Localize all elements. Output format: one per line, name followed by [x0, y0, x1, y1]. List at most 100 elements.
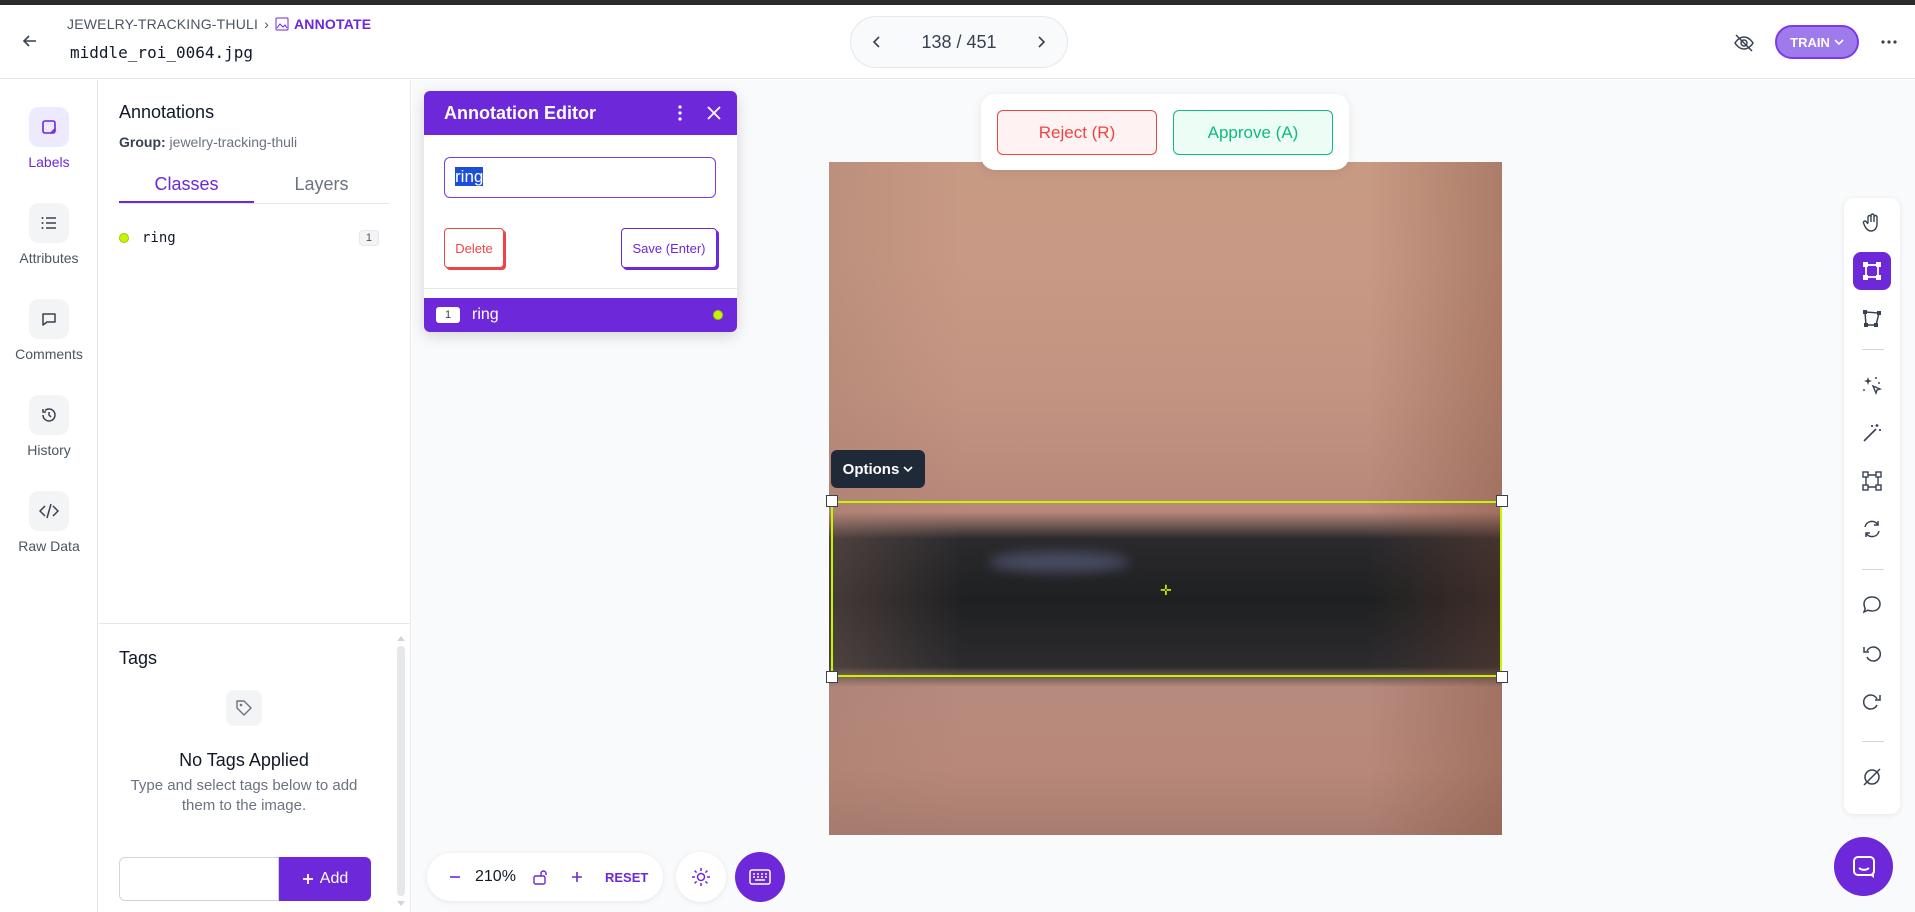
- image-icon: [275, 17, 289, 31]
- group-info: Group: jewelry-tracking-thuli: [119, 134, 298, 150]
- plus-icon: [302, 874, 313, 884]
- comment-icon: [42, 313, 56, 326]
- history-icon: [42, 408, 56, 422]
- save-button[interactable]: Save (Enter): [621, 228, 717, 268]
- no-tags-title: No Tags Applied: [179, 750, 309, 770]
- divider: [424, 288, 737, 289]
- panel-tabs: Classes Layers: [119, 168, 389, 204]
- magic-wand-icon: [1863, 424, 1881, 442]
- comment-tool[interactable]: [1853, 586, 1891, 624]
- editor-title: Annotation Editor: [444, 102, 596, 123]
- bbox-handle-bottom-left[interactable]: [826, 671, 838, 683]
- keypoint-tool[interactable]: [1853, 462, 1891, 500]
- image-pager: 138 / 451: [850, 16, 1068, 68]
- polygon-tool[interactable]: [1853, 300, 1891, 338]
- chevron-left-icon: [872, 36, 880, 48]
- tag-icon: [226, 690, 262, 726]
- zoom-level: 210%: [475, 868, 516, 885]
- undo-button[interactable]: [1853, 634, 1891, 672]
- chat-icon: [1852, 855, 1875, 878]
- comment-icon: [1862, 596, 1881, 614]
- zoom-lock-button[interactable]: [531, 867, 549, 887]
- tag-input[interactable]: [119, 857, 279, 901]
- pan-tool[interactable]: [1853, 204, 1891, 242]
- header: JEWELRY-TRACKING-THULI › ANNOTATE middle…: [0, 5, 1915, 79]
- train-button[interactable]: TRAIN: [1775, 25, 1859, 59]
- rail-item-label: History: [27, 442, 71, 458]
- breadcrumb-project[interactable]: JEWELRY-TRACKING-THULI: [67, 16, 258, 32]
- zoom-in-button[interactable]: [569, 867, 585, 887]
- labels-icon: [42, 120, 56, 134]
- scroll-down-icon: [397, 901, 405, 906]
- redo-icon: [1862, 694, 1881, 710]
- add-tag-button[interactable]: Add: [279, 857, 371, 901]
- bbox-handle-top-left[interactable]: [826, 495, 838, 507]
- bounding-box-tool[interactable]: [1853, 252, 1891, 290]
- rail-item-history[interactable]: History: [0, 395, 98, 458]
- empty-set-icon: [1863, 768, 1881, 786]
- next-image-button[interactable]: [1029, 30, 1053, 54]
- rail-item-labels[interactable]: Labels: [0, 107, 98, 170]
- eye-off-icon: [1734, 34, 1754, 52]
- options-button[interactable]: Options: [831, 450, 925, 488]
- keyboard-shortcuts-button[interactable]: [735, 852, 785, 902]
- back-button[interactable]: [16, 27, 44, 55]
- magic-wand-tool[interactable]: [1853, 414, 1891, 452]
- class-name-input[interactable]: ring: [444, 157, 716, 198]
- class-item-ring[interactable]: ring 1: [119, 226, 389, 250]
- chevron-right-icon: [1038, 36, 1046, 48]
- refresh-icon: [1864, 520, 1880, 538]
- bbox-handle-top-right[interactable]: [1496, 495, 1508, 507]
- delete-button[interactable]: Delete: [444, 228, 504, 268]
- sun-icon: [692, 868, 710, 886]
- rail-item-raw-data[interactable]: Raw Data: [0, 491, 98, 554]
- hand-icon: [1862, 213, 1878, 232]
- unlock-icon: [533, 870, 547, 885]
- more-options-button[interactable]: [1880, 33, 1900, 53]
- zoom-out-button[interactable]: [447, 867, 463, 887]
- null-tool[interactable]: [1853, 758, 1891, 796]
- reset-zoom-button[interactable]: RESET: [605, 867, 648, 887]
- rail-item-comments[interactable]: Comments: [0, 299, 98, 362]
- selected-text: ring: [455, 167, 484, 186]
- move-crosshair-icon[interactable]: ✛: [1160, 582, 1172, 599]
- tab-classes[interactable]: Classes: [119, 168, 254, 203]
- cycle-tool[interactable]: [1853, 510, 1891, 548]
- class-count-badge: 1: [358, 230, 379, 246]
- chevron-right-icon: ›: [264, 16, 269, 32]
- zoom-bar: 210% RESET: [427, 853, 663, 901]
- minus-icon: [450, 876, 460, 878]
- rail-item-label: Attributes: [19, 250, 79, 266]
- prev-image-button[interactable]: [865, 30, 889, 54]
- polygon-icon: [1863, 310, 1881, 327]
- no-tags-description: Type and select tags below to add them t…: [130, 777, 358, 814]
- kebab-icon: [678, 105, 682, 121]
- tab-layers[interactable]: Layers: [254, 168, 389, 203]
- approve-button[interactable]: Approve (A): [1173, 110, 1333, 155]
- class-color-dot: [119, 233, 129, 243]
- code-icon: [39, 503, 59, 519]
- tags-section: Tags No Tags Applied Type and select tag…: [99, 623, 411, 912]
- chevron-down-icon: [903, 466, 913, 473]
- plus-icon: [572, 872, 582, 882]
- reject-button[interactable]: Reject (R): [997, 110, 1157, 155]
- brightness-button[interactable]: [676, 852, 726, 902]
- rail-item-attributes[interactable]: Attributes: [0, 203, 98, 266]
- rail-item-label: Comments: [15, 346, 83, 362]
- support-chat-button[interactable]: [1834, 837, 1893, 896]
- hide-annotations-button[interactable]: [1733, 32, 1757, 56]
- editor-menu-button[interactable]: [670, 103, 690, 123]
- page-indicator: 138 / 451: [921, 31, 997, 52]
- editor-close-button[interactable]: [704, 103, 724, 123]
- annotated-image[interactable]: [829, 162, 1502, 835]
- panel-title: Annotations: [119, 102, 215, 122]
- breadcrumb-annotate: ANNOTATE: [275, 16, 371, 32]
- redo-button[interactable]: [1853, 682, 1891, 720]
- panel-scrollbar[interactable]: [395, 634, 405, 906]
- tool-rail: [1844, 198, 1900, 814]
- bbox-handle-bottom-right[interactable]: [1496, 671, 1508, 683]
- left-rail: Labels Attributes Comments History Raw D…: [0, 80, 98, 912]
- smart-select-tool[interactable]: [1853, 366, 1891, 404]
- class-option-ring[interactable]: 1 ring: [424, 298, 737, 332]
- list-icon: [41, 217, 56, 229]
